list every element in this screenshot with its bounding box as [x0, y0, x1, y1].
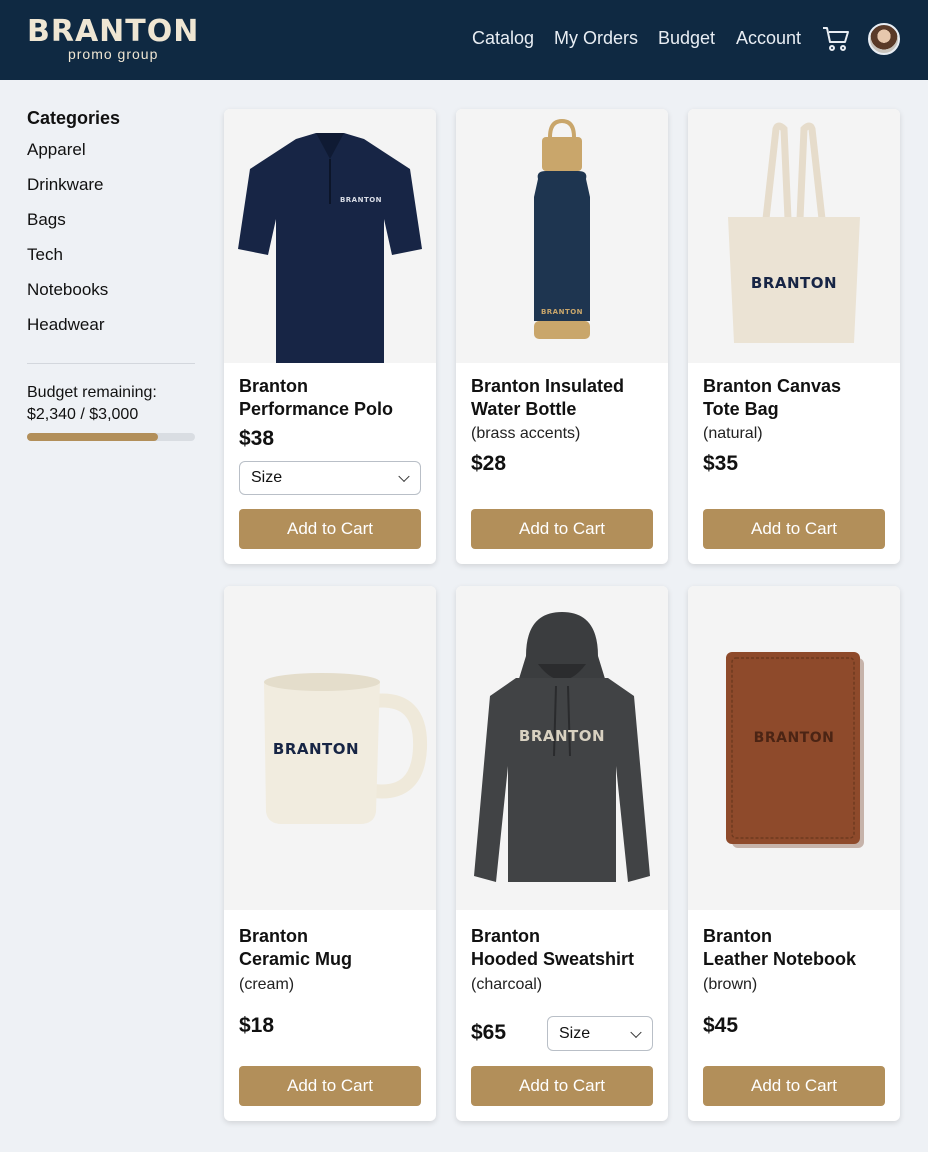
tote-image: BRANTON [728, 122, 860, 343]
bottle-image: BRANTON [534, 118, 590, 339]
budget-label: Budget remaining: [27, 384, 157, 401]
add-to-cart-button[interactable]: Add to Cart [703, 509, 885, 549]
product-image-mug[interactable]: BRANTON [224, 586, 436, 910]
product-variant: (brass accents) [471, 425, 581, 442]
brand-name: BRANTON [27, 14, 200, 49]
hoodie-print: BRANTON [519, 727, 605, 745]
product-card-tote-bag: BRANTON Branton Canvas Tote Bag (natural… [688, 109, 900, 564]
product-title-line1: Branton [703, 926, 772, 946]
polo-print: BRANTON [340, 196, 382, 204]
product-title: Branton Hooded Sweatshirt [471, 925, 661, 971]
product-image-hoodie[interactable]: BRANTON [456, 586, 668, 910]
sidebar: Categories Apparel Drinkware Bags Tech N… [27, 108, 197, 441]
product-price: $38 [239, 427, 275, 450]
product-card-notebook: BRANTON Branton Leather Notebook (brown)… [688, 586, 900, 1121]
category-headwear[interactable]: Headwear [27, 307, 197, 342]
size-select[interactable]: Size [239, 461, 421, 495]
product-price: $65 [471, 1021, 507, 1044]
category-list: Apparel Drinkware Bags Tech Notebooks He… [27, 132, 197, 342]
product-price: $45 [703, 1014, 739, 1037]
top-header: BRANTON promo group Catalog My Orders Bu… [0, 0, 928, 80]
mug-print: BRANTON [273, 740, 359, 758]
product-card-mug: BRANTON Branton Ceramic Mug (cream) $18 … [224, 586, 436, 1121]
product-title: Branton Insulated Water Bottle [471, 375, 661, 421]
product-title-line2: Ceramic Mug [239, 949, 353, 969]
category-bags[interactable]: Bags [27, 202, 197, 237]
budget-progress-fill [27, 433, 159, 441]
add-to-cart-button[interactable]: Add to Cart [703, 1066, 885, 1106]
nav-catalog[interactable]: Catalog [472, 28, 534, 49]
product-variant: (natural) [703, 425, 763, 442]
product-price: $28 [471, 452, 507, 475]
budget-progress-bar [27, 433, 195, 441]
nav-my-orders[interactable]: My Orders [554, 28, 638, 49]
budget-summary: Budget remaining: $2,340 / $3,000 [27, 382, 197, 426]
product-image-water-bottle[interactable]: BRANTON [456, 109, 668, 363]
product-title-line2: Tote Bag [703, 399, 779, 419]
product-card-polo: BRANTON Branton Performance Polo $38 Siz… [224, 109, 436, 564]
category-tech[interactable]: Tech [27, 237, 197, 272]
chevron-down-icon [398, 470, 410, 483]
product-variant: (brown) [703, 976, 758, 993]
budget-value: $2,340 / $3,000 [27, 406, 139, 423]
notebook-print: BRANTON [754, 730, 835, 746]
avatar[interactable] [868, 23, 900, 55]
sidebar-divider [27, 363, 195, 364]
product-card-water-bottle: BRANTON Branton Insulated Water Bottle (… [456, 109, 668, 564]
chevron-down-icon [630, 1026, 642, 1038]
categories-title: Categories [27, 108, 121, 128]
product-title: Branton Leather Notebook [703, 925, 893, 971]
notebook-image: BRANTON [726, 652, 864, 848]
hoodie-image: BRANTON [474, 612, 650, 882]
product-title-line1: Branton [239, 376, 308, 396]
product-title: Branton Performance Polo [239, 375, 429, 421]
add-to-cart-button[interactable]: Add to Cart [471, 1066, 653, 1106]
product-price: $18 [239, 1014, 275, 1037]
product-title-line2: Water Bottle [471, 399, 577, 419]
category-notebooks[interactable]: Notebooks [27, 272, 197, 307]
product-card-hoodie: BRANTON Branton Hooded Sweatshirt (charc… [456, 586, 668, 1121]
product-title-line2: Performance Polo [239, 399, 394, 419]
add-to-cart-button[interactable]: Add to Cart [239, 1066, 421, 1106]
product-title-line1: Branton [239, 926, 308, 946]
category-drinkware[interactable]: Drinkware [27, 167, 197, 202]
add-to-cart-button[interactable]: Add to Cart [239, 509, 421, 549]
product-image-notebook[interactable]: BRANTON [688, 586, 900, 910]
polo-image: BRANTON [238, 133, 422, 363]
product-title-line1: Branton Canvas [703, 376, 842, 396]
product-title-line1: Branton [471, 926, 540, 946]
product-variant: (cream) [239, 976, 295, 993]
product-title-line1: Branton Insulated [471, 376, 625, 396]
add-to-cart-button[interactable]: Add to Cart [471, 509, 653, 549]
product-image-polo[interactable]: BRANTON [224, 109, 436, 363]
product-variant: (charcoal) [471, 976, 543, 993]
mug-image: BRANTON [264, 673, 428, 824]
product-title-line2: Leather Notebook [703, 949, 857, 969]
size-select-label: Size [251, 469, 283, 486]
nav-account[interactable]: Account [736, 28, 801, 49]
cart-icon[interactable] [822, 26, 850, 52]
product-title: Branton Ceramic Mug [239, 925, 429, 971]
size-select[interactable]: Size [547, 1016, 653, 1051]
product-title: Branton Canvas Tote Bag [703, 375, 893, 421]
nav-budget[interactable]: Budget [658, 28, 715, 49]
product-price: $35 [703, 452, 739, 475]
size-select-label: Size [559, 1024, 591, 1042]
product-image-tote-bag[interactable]: BRANTON [688, 109, 900, 363]
tote-print: BRANTON [751, 274, 837, 292]
product-title-line2: Hooded Sweatshirt [471, 949, 635, 969]
brand-logo[interactable]: BRANTON promo group [27, 14, 200, 63]
category-apparel[interactable]: Apparel [27, 132, 197, 167]
bottle-print: BRANTON [541, 308, 583, 316]
